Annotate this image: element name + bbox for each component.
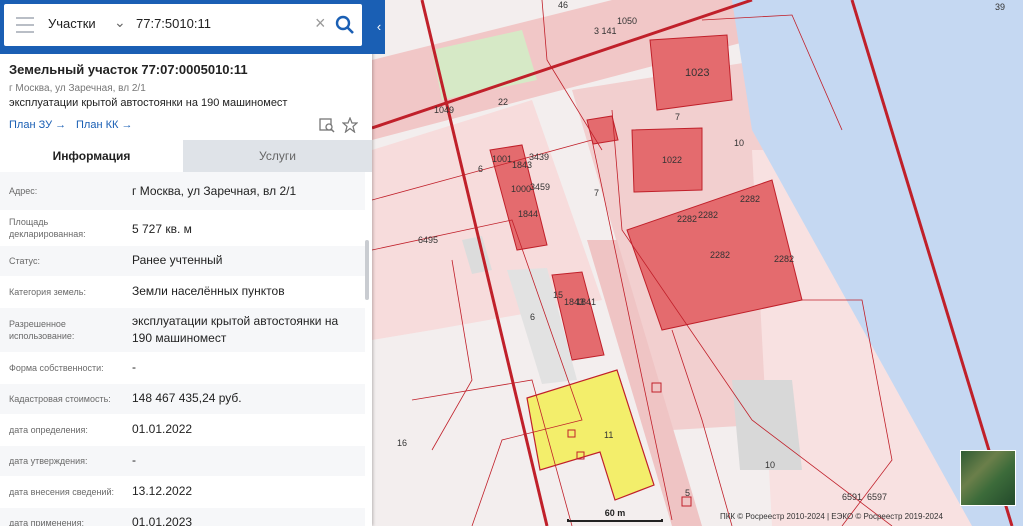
map-label: 1022 — [662, 155, 682, 165]
zoom-to-parcel-icon[interactable] — [319, 117, 335, 133]
map-label: 1000 — [511, 184, 531, 194]
row-value: - — [132, 453, 136, 467]
row-label: Форма собственности: — [9, 363, 104, 373]
map-label: 6495 — [418, 235, 438, 245]
map-label: 2282 — [710, 250, 730, 260]
search-box: Участки ⌄ 77:7:5010:11 × — [4, 4, 362, 46]
map-label: 3 141 — [594, 26, 617, 36]
parcel-address: г Москва, ул Заречная, вл 2/1 — [9, 83, 146, 94]
panel-tabs: Информация Услуги — [0, 140, 372, 172]
map-label: 1049 — [434, 105, 454, 115]
map-label: 46 — [558, 0, 568, 10]
row-value: 5 727 кв. м — [132, 222, 192, 236]
row-label: Разрешенное использование: — [9, 319, 75, 341]
map-label: 11 — [604, 430, 613, 440]
collapse-panel-icon[interactable]: ‹ — [373, 14, 385, 40]
row-label: Категория земель: — [9, 287, 86, 297]
table-row: Форма собственности: - — [0, 353, 365, 384]
map-label: 39 — [995, 2, 1005, 12]
tab-services[interactable]: Услуги — [183, 140, 372, 172]
table-row: Кадастровая стоимость: 148 467 435,24 ру… — [0, 384, 365, 415]
table-row: Категория земель: Земли населённых пункт… — [0, 277, 365, 308]
row-value: г Москва, ул Заречная, вл 2/1 — [132, 184, 297, 198]
row-value: 13.12.2022 — [132, 484, 193, 498]
building-grey — [732, 380, 802, 470]
table-row: Адрес: г Москва, ул Заречная, вл 2/1 — [0, 172, 365, 211]
basemap-switcher[interactable] — [960, 450, 1016, 506]
row-value: 148 467 435,24 руб. — [132, 391, 242, 405]
table-row: Площадь декларированная: 5 727 кв. м — [0, 211, 365, 246]
star-icon[interactable] — [342, 117, 358, 133]
row-value: - — [132, 360, 136, 374]
map-label: 1023 — [685, 67, 709, 79]
row-label: дата применения: — [9, 518, 85, 526]
map-label: 16 — [397, 438, 407, 448]
arrow-right-icon: → — [55, 119, 67, 131]
map-label: 1050 — [617, 16, 637, 26]
map-label: 6 — [530, 312, 535, 322]
row-value: эксплуатации крытой автостоянки на 190 м… — [132, 314, 339, 345]
map-label: 10 — [734, 138, 744, 148]
scale-bar — [567, 519, 663, 522]
info-panel: Земельный участок 77:07:0005010:11 г Мос… — [0, 0, 372, 526]
row-value: Земли населённых пунктов — [132, 284, 285, 298]
plan-kk-label: План КК — [76, 119, 119, 131]
map-label: 1844 — [518, 209, 538, 219]
scale-label: 60 m — [604, 508, 626, 518]
map-label: 1001 — [492, 154, 512, 164]
layer-select[interactable]: Участки — [48, 16, 96, 31]
parcel-title: Земельный участок 77:07:0005010:11 — [9, 62, 248, 77]
row-label: Адрес: — [9, 186, 38, 196]
panel-scrollbar[interactable] — [365, 240, 369, 300]
search-bar: Участки ⌄ 77:7:5010:11 × ‹ — [0, 0, 385, 54]
map-label: 6591 — [842, 492, 862, 502]
map-label: 3439 — [529, 152, 549, 162]
search-icon[interactable] — [334, 14, 356, 36]
map-label: 7 — [675, 112, 680, 122]
row-value: 01.01.2023 — [132, 515, 193, 526]
cadastral-map[interactable]: 46 39 1050 3 141 1023 1049 22 7 10 1022 … — [372, 0, 1023, 526]
row-label: Площадь декларированная: — [9, 217, 86, 239]
menu-icon[interactable] — [16, 17, 34, 33]
tab-info[interactable]: Информация — [0, 140, 183, 172]
map-label: 7 — [594, 188, 599, 198]
plan-zu-link[interactable]: План ЗУ → — [9, 119, 66, 131]
row-value: Ранее учтенный — [132, 253, 223, 267]
row-label: Статус: — [9, 256, 40, 266]
map-label: 6 — [478, 164, 483, 174]
map-canvas[interactable]: 46 39 1050 3 141 1023 1049 22 7 10 1022 … — [372, 0, 1023, 526]
map-label: 2282 — [698, 210, 718, 220]
map-label: 2282 — [740, 194, 760, 204]
table-row: Разрешенное использование: эксплуатации … — [0, 308, 365, 353]
map-label: 2282 — [774, 254, 794, 264]
attributes-table: Адрес: г Москва, ул Заречная, вл 2/1 Пло… — [0, 172, 372, 526]
table-row: дата внесения сведений: 13.12.2022 — [0, 477, 365, 508]
map-label: 22 — [498, 97, 508, 107]
chevron-down-icon[interactable]: ⌄ — [114, 14, 126, 31]
clear-icon[interactable]: × — [315, 13, 326, 34]
row-label: дата внесения сведений: — [9, 487, 114, 497]
search-input[interactable]: 77:7:5010:11 — [136, 16, 211, 31]
map-attribution: ПКК © Росреестр 2010-2024 | ЕЭКО © Росре… — [720, 512, 943, 521]
row-label: дата определения: — [9, 425, 88, 435]
plan-zu-label: План ЗУ — [9, 119, 53, 131]
map-label: 3459 — [530, 182, 550, 192]
table-row: дата утверждения: - — [0, 446, 365, 477]
row-label: дата утверждения: — [9, 456, 88, 466]
map-label: 10 — [765, 460, 775, 470]
map-label: 2282 — [677, 214, 697, 224]
map-label: 15 — [553, 290, 563, 300]
parcel-usage: эксплуатации крытой автостоянки на 190 м… — [9, 97, 288, 109]
row-label: Кадастровая стоимость: — [9, 394, 111, 404]
plan-kk-link[interactable]: План КК → — [76, 119, 132, 131]
arrow-right-icon: → — [121, 119, 133, 131]
row-value: 01.01.2022 — [132, 422, 193, 436]
table-row: Статус: Ранее учтенный — [0, 246, 365, 277]
map-label: 1841 — [576, 297, 596, 307]
table-row: дата применения: 01.01.2023 — [0, 508, 365, 526]
table-row: дата определения: 01.01.2022 — [0, 415, 365, 446]
map-label: 6597 — [867, 492, 887, 502]
